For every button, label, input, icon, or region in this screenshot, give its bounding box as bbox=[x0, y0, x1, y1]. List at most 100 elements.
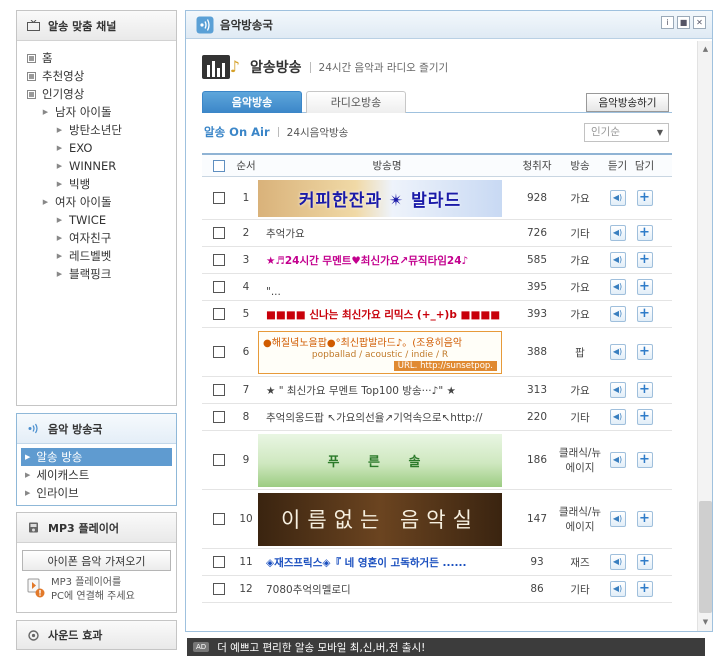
sound-effect-header[interactable]: 사운드 효과 bbox=[17, 621, 176, 649]
tree-item[interactable]: ▶ WINNER bbox=[27, 157, 176, 175]
broadcast-name-cell[interactable]: ★♬24시간 무멘트♥최신가요↗뮤직타임24♪ bbox=[256, 253, 518, 268]
scroll-down-icon[interactable]: ▼ bbox=[699, 616, 712, 629]
info-button[interactable]: i bbox=[661, 16, 674, 29]
genre: 재즈 bbox=[570, 556, 590, 569]
notice-bar[interactable]: AD 더 예쁘고 편리한 알송 모바일 최,신,버,전 출시! bbox=[187, 638, 705, 656]
plus-icon[interactable]: + bbox=[636, 344, 653, 360]
broadcast-name-cell[interactable]: ●해질녘노을팝●°최신팝발라드♪。(조용히음악 popballad / acous… bbox=[256, 330, 518, 374]
radio-station-item[interactable]: ▶ 알송 방송 bbox=[21, 448, 172, 466]
row-checkbox[interactable] bbox=[213, 227, 225, 239]
scrollbar-thumb[interactable] bbox=[699, 501, 712, 613]
tree-item[interactable]: ▶ 레드벨벳 bbox=[27, 247, 176, 265]
broadcast-name-cell[interactable]: 추억의옹드팝 ↖가요의선율↗기억속으로↖http:// bbox=[256, 410, 518, 425]
tree-item[interactable]: ▶ 블랙핑크 bbox=[27, 265, 176, 283]
radio-station-item[interactable]: ▶ 인라이브 bbox=[21, 484, 172, 502]
plus-icon[interactable]: + bbox=[636, 452, 653, 468]
tree-item[interactable]: ▶ 빅뱅 bbox=[27, 175, 176, 193]
speaker-icon[interactable]: ◀) bbox=[609, 344, 626, 360]
broadcast-name[interactable]: ★ " 최신가요 무멘트 Top100 방송···♪" ★ bbox=[266, 385, 456, 397]
notice-text[interactable]: 더 예쁘고 편리한 알송 모바일 최,신,버,전 출시! bbox=[217, 640, 425, 655]
row-checkbox[interactable] bbox=[213, 192, 225, 204]
broadcast-name-cell[interactable]: ■■■■ 신나는 최신가요 리믹스 (+_+)b ■■■■ bbox=[256, 307, 518, 322]
start-broadcast-button[interactable]: 음악방송하기 bbox=[586, 93, 669, 112]
scroll-up-icon[interactable]: ▲ bbox=[699, 43, 712, 56]
speaker-icon[interactable]: ◀) bbox=[609, 225, 626, 241]
row-checkbox[interactable] bbox=[213, 583, 225, 595]
broadcast-name[interactable]: ■■■■ 신나는 최신가요 리믹스 (+_+)b ■■■■ bbox=[266, 309, 500, 321]
tree-item[interactable]: ▶ 남자 아이돌 bbox=[27, 103, 176, 121]
broadcast-name[interactable]: 추억가요 bbox=[266, 228, 305, 240]
row-checkbox[interactable] bbox=[213, 346, 225, 358]
radio-station-item[interactable]: ▶ 세이캐스트 bbox=[21, 466, 172, 484]
broadcast-name-cell[interactable]: ★ " 최신가요 무멘트 Top100 방송···♪" ★ bbox=[256, 383, 518, 398]
speaker-icon[interactable]: ◀) bbox=[609, 382, 626, 398]
row-checkbox[interactable] bbox=[213, 281, 225, 293]
row-checkbox[interactable] bbox=[213, 411, 225, 423]
row-checkbox[interactable] bbox=[213, 384, 225, 396]
table-row: 3 ★♬24시간 무멘트♥최신가요↗뮤직타임24♪ 585 가요 ◀) + bbox=[202, 247, 672, 274]
tree-item-label: EXO bbox=[69, 141, 93, 155]
broadcast-name-cell[interactable]: ◈재즈프릭스◈『 네 영혼이 고독하거든 ...... bbox=[256, 555, 518, 570]
broadcast-name[interactable]: 추억의옹드팝 ↖가요의선율↗기억속으로↖http:// bbox=[266, 412, 482, 424]
row-checkbox[interactable] bbox=[213, 454, 225, 466]
tree-item[interactable]: ▶ 방탄소년단 bbox=[27, 121, 176, 139]
broadcast-banner[interactable]: 이름없는 음악실 bbox=[258, 492, 502, 546]
broadcast-name-cell[interactable]: "... bbox=[256, 286, 518, 300]
tree-item[interactable]: 추천영상 bbox=[27, 67, 176, 85]
broadcast-name[interactable]: "... bbox=[266, 286, 281, 298]
plus-icon[interactable]: + bbox=[636, 252, 653, 268]
broadcast-name-cell[interactable]: 푸 른 솔 bbox=[256, 433, 518, 487]
plus-icon[interactable]: + bbox=[636, 279, 653, 295]
tree-item[interactable]: 홈 bbox=[27, 49, 176, 67]
broadcast-banner[interactable]: ●해질녘노을팝●°최신팝발라드♪。(조용히음악 popballad / acous… bbox=[258, 330, 502, 374]
speaker-icon[interactable]: ◀) bbox=[609, 190, 626, 206]
tree-item[interactable]: ▶ 여자친구 bbox=[27, 229, 176, 247]
row-checkbox[interactable] bbox=[213, 308, 225, 320]
import-iphone-music-button[interactable]: 아이폰 음악 가져오기 bbox=[22, 550, 171, 571]
plus-icon[interactable]: + bbox=[636, 554, 653, 570]
broadcast-name-cell[interactable]: 커피한잔과 ✴ 발라드 bbox=[256, 179, 518, 217]
plus-icon[interactable]: + bbox=[636, 190, 653, 206]
row-checkbox[interactable] bbox=[213, 254, 225, 266]
window-header: 음악방송국 bbox=[186, 11, 712, 39]
sound-effect-panel[interactable]: 사운드 효과 bbox=[16, 620, 177, 650]
broadcast-name-cell[interactable]: 이름없는 음악실 bbox=[256, 492, 518, 546]
tab-music-broadcast[interactable]: 음악방송 bbox=[202, 91, 302, 113]
plus-icon[interactable]: + bbox=[636, 511, 653, 527]
tree-item[interactable]: ▶ EXO bbox=[27, 139, 176, 157]
speaker-icon[interactable]: ◀) bbox=[609, 252, 626, 268]
plus-icon[interactable]: + bbox=[636, 382, 653, 398]
broadcast-name[interactable]: ★♬24시간 무멘트♥최신가요↗뮤직타임24♪ bbox=[266, 255, 468, 267]
plus-icon[interactable]: + bbox=[636, 306, 653, 322]
broadcast-name[interactable]: 7080추억의멜로디 bbox=[266, 584, 351, 596]
mp3-panel-title: MP3 플레이어 bbox=[48, 521, 119, 535]
broadcast-banner[interactable]: 푸 른 솔 bbox=[258, 433, 502, 487]
speaker-icon[interactable]: ◀) bbox=[609, 279, 626, 295]
speaker-icon[interactable]: ◀) bbox=[609, 554, 626, 570]
row-checkbox[interactable] bbox=[213, 513, 225, 525]
add-cell: + bbox=[631, 252, 658, 268]
select-all-checkbox[interactable] bbox=[213, 159, 225, 172]
tree-item[interactable]: ▶ TWICE bbox=[27, 211, 176, 229]
speaker-icon[interactable]: ◀) bbox=[609, 452, 626, 468]
speaker-icon[interactable]: ◀) bbox=[609, 581, 626, 597]
broadcast-banner[interactable]: 커피한잔과 ✴ 발라드 bbox=[258, 179, 502, 217]
plus-icon[interactable]: + bbox=[636, 581, 653, 597]
caret-right-icon: ▶ bbox=[42, 198, 49, 206]
plus-icon[interactable]: + bbox=[636, 409, 653, 425]
plus-icon[interactable]: + bbox=[636, 225, 653, 241]
tree-item[interactable]: 인기영상 bbox=[27, 85, 176, 103]
speaker-icon[interactable]: ◀) bbox=[609, 511, 626, 527]
speaker-icon[interactable]: ◀) bbox=[609, 409, 626, 425]
tree-item[interactable]: ▶ 여자 아이돌 bbox=[27, 193, 176, 211]
sort-select[interactable]: 인기순 ▼ bbox=[584, 123, 669, 142]
speaker-icon[interactable]: ◀) bbox=[609, 306, 626, 322]
row-checkbox[interactable] bbox=[213, 556, 225, 568]
broadcast-name-cell[interactable]: 추억가요 bbox=[256, 226, 518, 241]
broadcast-name[interactable]: ◈재즈프릭스◈『 네 영혼이 고독하거든 ...... bbox=[266, 557, 466, 569]
close-button[interactable]: ✕ bbox=[693, 16, 706, 29]
minimize-button[interactable]: ■ bbox=[677, 16, 690, 29]
tab-radio-broadcast[interactable]: 라디오방송 bbox=[306, 91, 406, 113]
vertical-scrollbar[interactable]: ▲ ▼ bbox=[697, 41, 712, 631]
broadcast-name-cell[interactable]: 7080추억의멜로디 bbox=[256, 582, 518, 597]
